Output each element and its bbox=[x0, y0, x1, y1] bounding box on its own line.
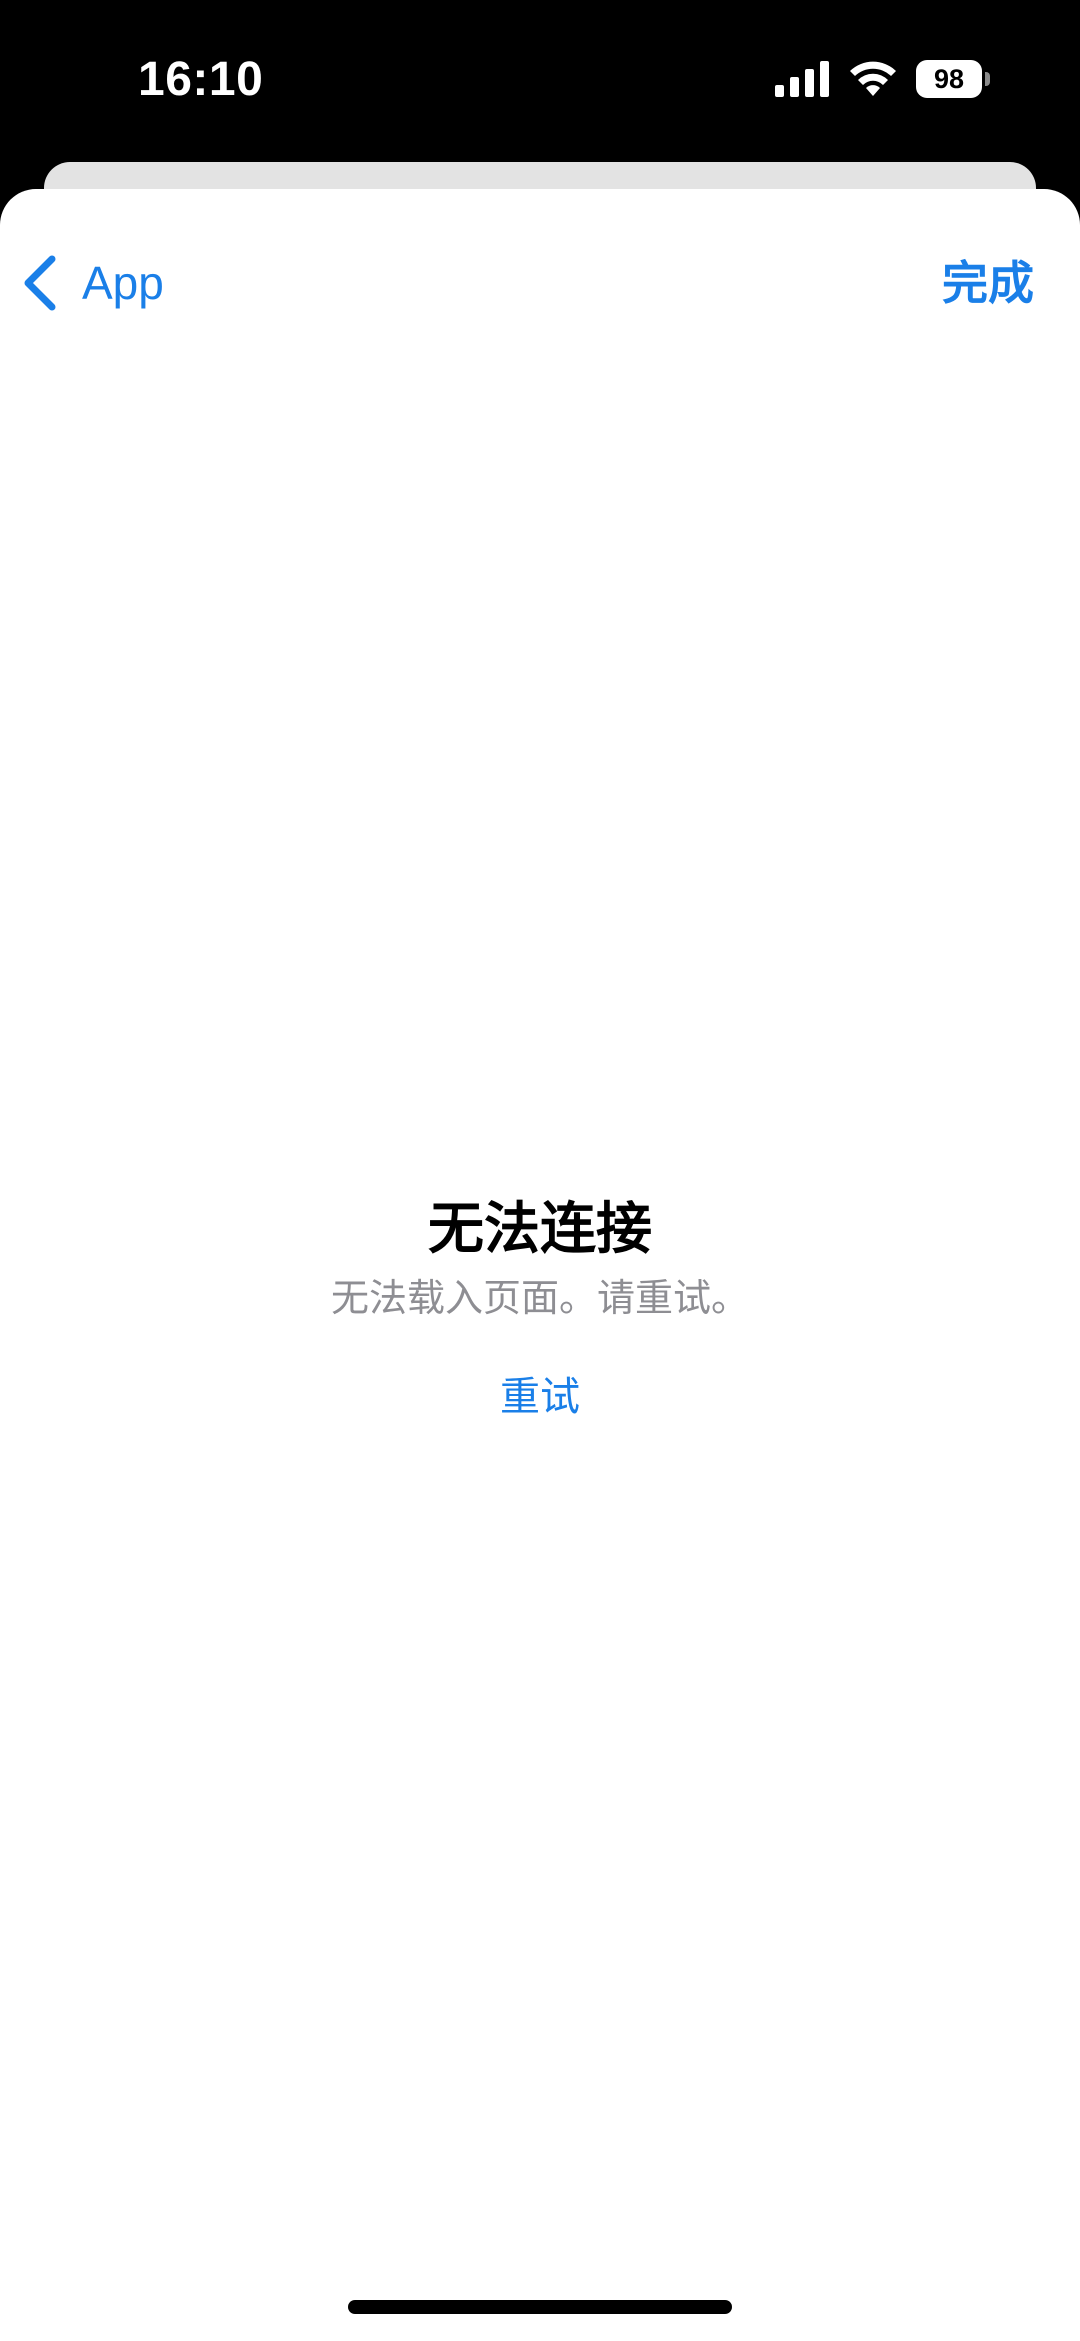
back-button-label: App bbox=[82, 257, 164, 309]
battery-cap bbox=[985, 72, 990, 86]
back-button[interactable]: App bbox=[22, 243, 164, 323]
error-message: 无法载入页面。请重试。 bbox=[330, 1278, 749, 1320]
wifi-icon bbox=[850, 61, 896, 96]
modal-sheet: App 完成 无法连接 无法载入页面。请重试。 重试 bbox=[0, 189, 1080, 2341]
status-bar: 16:10 98 bbox=[0, 0, 1080, 160]
status-time: 16:10 bbox=[138, 53, 264, 106]
battery-icon: 98 bbox=[916, 60, 990, 98]
screen: 16:10 98 App 完成 无法连接 无法载入页面。请重试。 重试 bbox=[0, 0, 1080, 2341]
retry-button[interactable]: 重试 bbox=[500, 1369, 580, 1425]
error-title: 无法连接 bbox=[428, 1197, 652, 1260]
signal-icon bbox=[775, 61, 829, 97]
battery-level: 98 bbox=[916, 60, 982, 98]
home-indicator[interactable] bbox=[348, 2300, 732, 2314]
done-button[interactable]: 完成 bbox=[942, 243, 1034, 323]
error-state: 无法连接 无法载入页面。请重试。 重试 bbox=[0, 1189, 1080, 1425]
chevron-left-icon bbox=[24, 255, 56, 311]
